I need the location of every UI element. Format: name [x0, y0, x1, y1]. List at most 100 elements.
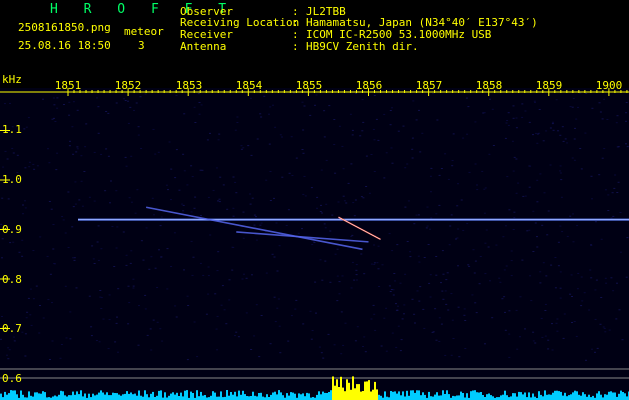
noise-speck — [466, 133, 469, 135]
noise-speck — [399, 350, 402, 352]
noise-speck — [417, 214, 420, 216]
noise-speck — [557, 130, 559, 132]
noise-speck — [594, 289, 597, 291]
noise-speck — [389, 110, 392, 111]
noise-speck — [6, 158, 9, 160]
noise-speck — [556, 330, 559, 332]
y-tick-label: 0.7 — [2, 322, 22, 335]
noise-speck — [226, 208, 229, 210]
noise-speck — [504, 225, 507, 227]
noise-speck — [145, 227, 148, 229]
noise-speck — [594, 221, 597, 223]
noise-speck — [74, 203, 77, 205]
x-tick-label: 1859 — [535, 79, 563, 92]
level-meter-bar — [348, 382, 350, 400]
noise-speck — [21, 255, 24, 257]
noise-speck — [2, 166, 5, 168]
noise-speck — [507, 112, 510, 114]
noise-speck — [61, 216, 64, 218]
level-meter-bar — [330, 390, 332, 400]
level-meter-bar — [214, 392, 216, 400]
noise-speck — [186, 359, 189, 361]
noise-speck — [571, 157, 574, 159]
noise-speck — [255, 304, 258, 306]
filename-label: 2508161850.png — [18, 21, 111, 34]
noise-speck — [571, 106, 574, 108]
noise-speck — [302, 323, 305, 325]
noise-speck — [355, 264, 358, 266]
noise-speck — [503, 296, 506, 298]
noise-speck — [350, 236, 353, 237]
level-meter-bar — [552, 392, 554, 400]
noise-speck — [183, 269, 185, 271]
noise-speck — [528, 186, 531, 188]
noise-speck — [549, 127, 552, 129]
noise-speck — [532, 210, 535, 212]
noise-speck — [198, 113, 201, 115]
noise-speck — [174, 177, 177, 179]
level-meter-bar — [592, 395, 594, 400]
noise-speck — [440, 323, 443, 325]
noise-speck — [250, 349, 253, 350]
noise-speck — [613, 187, 616, 189]
level-meter-bar — [360, 391, 362, 400]
level-meter-bar — [106, 392, 108, 400]
level-meter-bar — [510, 396, 512, 400]
level-meter-bar — [366, 381, 368, 400]
noise-speck — [69, 311, 72, 313]
noise-speck — [214, 293, 217, 295]
noise-speck — [484, 343, 486, 345]
noise-speck — [590, 277, 593, 279]
noise-speck — [476, 184, 478, 186]
noise-speck — [585, 359, 587, 361]
noise-speck — [193, 321, 196, 323]
noise-speck — [513, 211, 516, 213]
noise-speck — [475, 312, 478, 314]
noise-speck — [323, 223, 326, 225]
noise-speck — [478, 283, 481, 285]
level-meter-bar — [472, 390, 474, 400]
level-meter-bar — [8, 393, 10, 400]
noise-speck — [464, 320, 467, 321]
noise-speck — [604, 277, 607, 279]
noise-speck — [232, 176, 235, 178]
noise-speck — [487, 246, 490, 248]
noise-speck — [529, 165, 532, 167]
noise-speck — [74, 181, 77, 183]
noise-speck — [403, 304, 406, 306]
noise-speck — [181, 203, 184, 205]
level-meter-bar — [336, 379, 338, 400]
noise-speck — [105, 148, 108, 150]
noise-speck — [468, 171, 471, 173]
noise-speck — [68, 101, 71, 103]
level-meter-bar — [332, 376, 334, 400]
noise-speck — [159, 225, 162, 227]
noise-speck — [255, 216, 257, 218]
noise-speck — [544, 303, 547, 305]
level-meter-bar — [502, 394, 504, 400]
level-meter-bar — [512, 393, 514, 400]
noise-speck — [194, 122, 197, 123]
noise-speck — [206, 139, 209, 141]
noise-speck — [619, 251, 622, 253]
noise-speck — [450, 354, 453, 356]
noise-speck — [183, 113, 186, 115]
noise-speck — [554, 257, 557, 258]
noise-speck — [78, 199, 81, 201]
noise-speck — [625, 102, 628, 103]
noise-speck — [191, 176, 194, 178]
noise-speck — [353, 215, 356, 217]
level-meter-bar — [532, 393, 534, 400]
noise-speck — [512, 117, 515, 119]
level-meter-bar — [334, 385, 336, 400]
level-meter-bar — [180, 392, 182, 400]
level-meter-bar — [114, 393, 116, 400]
level-meter-bar — [392, 391, 394, 400]
noise-speck — [102, 318, 105, 320]
noise-speck — [590, 245, 593, 246]
level-meter-bar — [56, 396, 58, 400]
noise-speck — [331, 214, 334, 216]
noise-speck — [216, 270, 219, 272]
level-meter-bar — [190, 391, 192, 400]
noise-speck — [242, 237, 245, 239]
